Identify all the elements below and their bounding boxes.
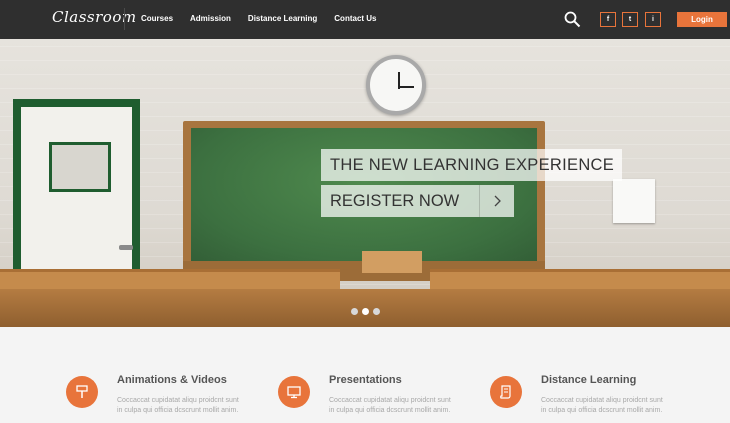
scroll-document-icon bbox=[490, 376, 522, 408]
slider-dot-3[interactable] bbox=[373, 308, 380, 315]
login-button[interactable]: Login bbox=[677, 12, 727, 27]
slider-dots bbox=[351, 308, 380, 315]
hero-clock-illustration bbox=[366, 55, 426, 115]
paint-roller-icon bbox=[66, 376, 98, 408]
top-navbar: Classroom Courses Admission Distance Lea… bbox=[0, 0, 730, 39]
monitor-icon bbox=[278, 376, 310, 408]
twitter-icon[interactable]: t bbox=[622, 12, 638, 27]
linkedin-icon[interactable]: i bbox=[645, 12, 661, 27]
register-now-label: REGISTER NOW bbox=[330, 192, 460, 210]
hero-desk-right bbox=[430, 269, 730, 289]
hero-chair bbox=[362, 251, 422, 273]
hero-slider: THE NEW LEARNING EXPERIENCE REGISTER NOW bbox=[0, 39, 730, 327]
feature-title: Distance Learning bbox=[541, 374, 637, 386]
chevron-right-icon bbox=[479, 185, 514, 217]
hero-notice-paper bbox=[613, 179, 655, 223]
features-section: Animations & Videos Coccaccat cupidatat … bbox=[0, 327, 730, 423]
nav-link-admission[interactable]: Admission bbox=[190, 14, 231, 23]
feature-description: Coccaccat cupidatat aliqu proidcnt sunt … bbox=[329, 397, 451, 414]
slider-dot-1[interactable] bbox=[351, 308, 358, 315]
search-icon[interactable] bbox=[564, 11, 581, 28]
main-menu: Courses Admission Distance Learning Cont… bbox=[141, 14, 394, 23]
hero-desk-left bbox=[0, 269, 340, 289]
feature-title: Animations & Videos bbox=[117, 374, 227, 386]
facebook-icon[interactable]: f bbox=[600, 12, 616, 27]
logo-divider bbox=[124, 8, 125, 30]
nav-link-courses[interactable]: Courses bbox=[141, 14, 173, 23]
slider-dot-2[interactable] bbox=[362, 308, 369, 315]
hero-headline: THE NEW LEARNING EXPERIENCE bbox=[321, 149, 623, 181]
feature-description: Coccaccat cupidatat aliqu proidcnt sunt … bbox=[117, 397, 239, 414]
feature-title: Presentations bbox=[329, 374, 402, 386]
register-now-button[interactable]: REGISTER NOW bbox=[321, 185, 514, 217]
nav-link-contact-us[interactable]: Contact Us bbox=[334, 14, 376, 23]
nav-link-distance-learning[interactable]: Distance Learning bbox=[248, 14, 317, 23]
feature-description: Coccaccat cupidatat aliqu proidcnt sunt … bbox=[541, 397, 663, 414]
